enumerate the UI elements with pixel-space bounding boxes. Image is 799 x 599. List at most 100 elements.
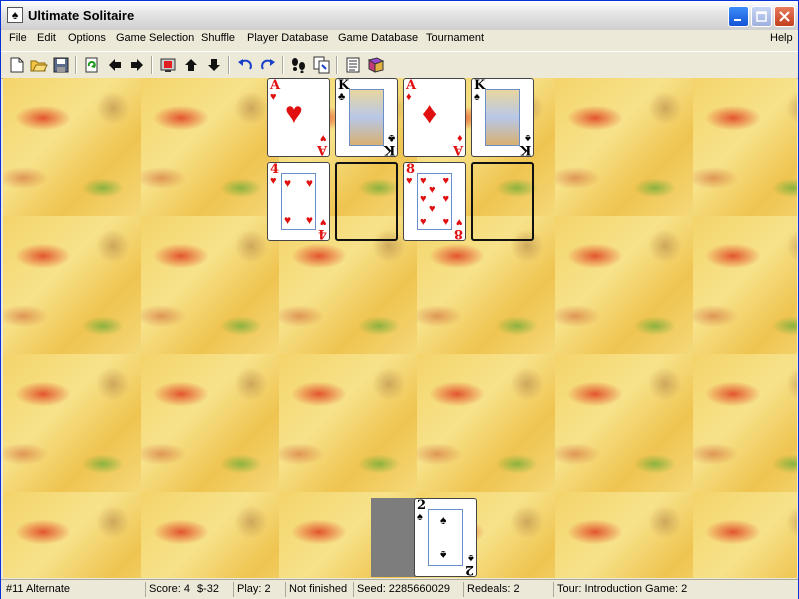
menu-shuffle[interactable]: Shuffle [201, 32, 235, 44]
redo-button[interactable] [258, 55, 278, 75]
toolbar-separator [75, 56, 77, 74]
spade-suit-icon: ♠ [525, 132, 531, 144]
diamond-pip-icon: ♦ [422, 97, 438, 130]
menu-file[interactable]: File [9, 32, 27, 44]
card-screen-icon [160, 58, 176, 72]
redo-icon [261, 59, 275, 70]
status-score: Score: 4 [145, 582, 197, 597]
card-pip-frame: ♠ ♠ [428, 509, 463, 566]
tableau-empty-slot[interactable] [471, 162, 534, 241]
toolbar-separator [282, 56, 284, 74]
new-document-icon [10, 57, 24, 73]
toolbar-separator [336, 56, 338, 74]
menu-bar: File Edit Options Game Selection Shuffle… [1, 30, 798, 48]
arrow-right-icon [131, 59, 143, 71]
king-portrait-icon [349, 89, 384, 146]
floppy-save-icon [53, 57, 69, 73]
foundation-king-of-spades[interactable]: K ♠ K ♠ [471, 78, 534, 157]
move-down-button[interactable] [204, 55, 224, 75]
menu-game-database[interactable]: Game Database [338, 32, 418, 44]
arrow-up-icon [185, 59, 197, 71]
maximize-button[interactable] [751, 6, 772, 27]
tableau-empty-slot[interactable] [335, 162, 398, 241]
card-pip-frame: ♥ ♥ ♥ ♥ ♥ ♥ ♥ ♥ [417, 173, 452, 230]
menu-help[interactable]: Help [770, 32, 793, 44]
arrow-left-icon [109, 59, 121, 71]
save-button[interactable] [51, 55, 71, 75]
card-rank-bottom: K [383, 142, 395, 157]
status-money: $-32 [197, 583, 220, 595]
heart-pip-icon: ♥ [305, 213, 313, 227]
card-rank-bottom: A [316, 142, 327, 157]
tableau-four-of-hearts[interactable]: 4 ♥ ♥ ♥ ♥ ♥ 4 ♥ [267, 162, 330, 241]
spade-suit-icon: ♠ [468, 552, 474, 564]
club-suit-icon: ♣ [338, 91, 346, 103]
close-button[interactable] [774, 6, 795, 27]
book-icon [367, 57, 385, 73]
close-icon [779, 11, 790, 22]
notes-button[interactable] [343, 55, 363, 75]
menu-edit[interactable]: Edit [37, 32, 56, 44]
auto-play-button[interactable] [312, 55, 332, 75]
rules-book-button[interactable] [366, 55, 386, 75]
undo-icon [238, 59, 252, 70]
heart-pip-icon: ♥ [305, 176, 313, 190]
tableau-eight-of-hearts[interactable]: 8 ♥ ♥ ♥ ♥ ♥ ♥ ♥ ♥ ♥ 8 ♥ [403, 162, 466, 241]
heart-pip-icon: ♥ [442, 175, 449, 187]
folder-open-icon [30, 60, 48, 72]
heart-pip-icon: ♥ [429, 203, 436, 215]
menu-tournament[interactable]: Tournament [426, 32, 484, 44]
hint-button[interactable] [289, 55, 309, 75]
move-up-button[interactable] [181, 55, 201, 75]
status-tour: Tour: Introduction Game: 2 [553, 582, 796, 597]
heart-pip-icon: ♥ [420, 175, 427, 187]
heart-pip-icon: ♥ [420, 193, 427, 205]
window-title: Ultimate Solitaire [28, 8, 135, 23]
footprints-hint-icon [292, 58, 305, 73]
card-table[interactable]: A ♥ ♥ A ♥ K ♣ K ♣ A ♦ ♦ A ♦ K ♠ K ♠ 4 ♥ … [3, 78, 797, 578]
menu-game-selection[interactable]: Game Selection [116, 32, 194, 44]
king-portrait-icon [485, 89, 520, 146]
open-button[interactable] [29, 55, 49, 75]
title-bar[interactable]: ♠ Ultimate Solitaire [1, 1, 798, 31]
card-display-button[interactable] [158, 55, 178, 75]
app-window: ♠ Ultimate Solitaire File Edit Options G… [0, 0, 799, 599]
heart-suit-icon: ♥ [406, 175, 413, 187]
card-rank-bottom: A [452, 142, 463, 157]
menu-options[interactable]: Options [68, 32, 106, 44]
back-button[interactable] [105, 55, 125, 75]
status-game-name: #11 Alternate [6, 583, 71, 595]
heart-pip-icon: ♥ [442, 216, 449, 228]
status-redeals: Redeals: 2 [463, 582, 553, 597]
card-pip-frame: ♥ ♥ ♥ ♥ [281, 173, 316, 230]
refresh-icon [85, 57, 98, 73]
spade-suit-icon: ♠ [474, 91, 480, 103]
heart-pip-icon: ♥ [285, 97, 303, 130]
foundation-ace-of-hearts[interactable]: A ♥ ♥ A ♥ [267, 78, 330, 157]
status-state: Not finished [285, 582, 353, 597]
foundation-king-of-clubs[interactable]: K ♣ K ♣ [335, 78, 398, 157]
club-suit-icon: ♣ [387, 132, 395, 144]
arrow-down-icon [208, 59, 220, 71]
undo-button[interactable] [235, 55, 255, 75]
status-play: Play: 2 [233, 582, 285, 597]
toolbar-separator [151, 56, 153, 74]
minimize-icon [734, 19, 741, 21]
waste-two-of-spades[interactable]: 2 ♠ ♠ ♠ 2 ♠ [414, 498, 477, 577]
menu-player-database[interactable]: Player Database [247, 32, 328, 44]
new-game-button[interactable] [7, 55, 27, 75]
spade-app-icon: ♠ [7, 7, 23, 23]
refresh-button[interactable] [82, 55, 102, 75]
card-rank-bottom: 2 [464, 562, 474, 577]
toolbar [1, 51, 798, 79]
spade-suit-icon: ♠ [417, 511, 423, 523]
cards-auto-icon [313, 56, 330, 74]
forward-button[interactable] [127, 55, 147, 75]
card-rank-bottom: K [519, 142, 531, 157]
card-rank-bottom: 4 [317, 226, 327, 241]
minimize-button[interactable] [728, 6, 749, 27]
heart-suit-icon: ♥ [320, 216, 327, 228]
foundation-ace-of-diamonds[interactable]: A ♦ ♦ A ♦ [403, 78, 466, 157]
diamond-suit-icon: ♦ [457, 132, 463, 144]
spade-pip-icon: ♠ [440, 548, 447, 562]
